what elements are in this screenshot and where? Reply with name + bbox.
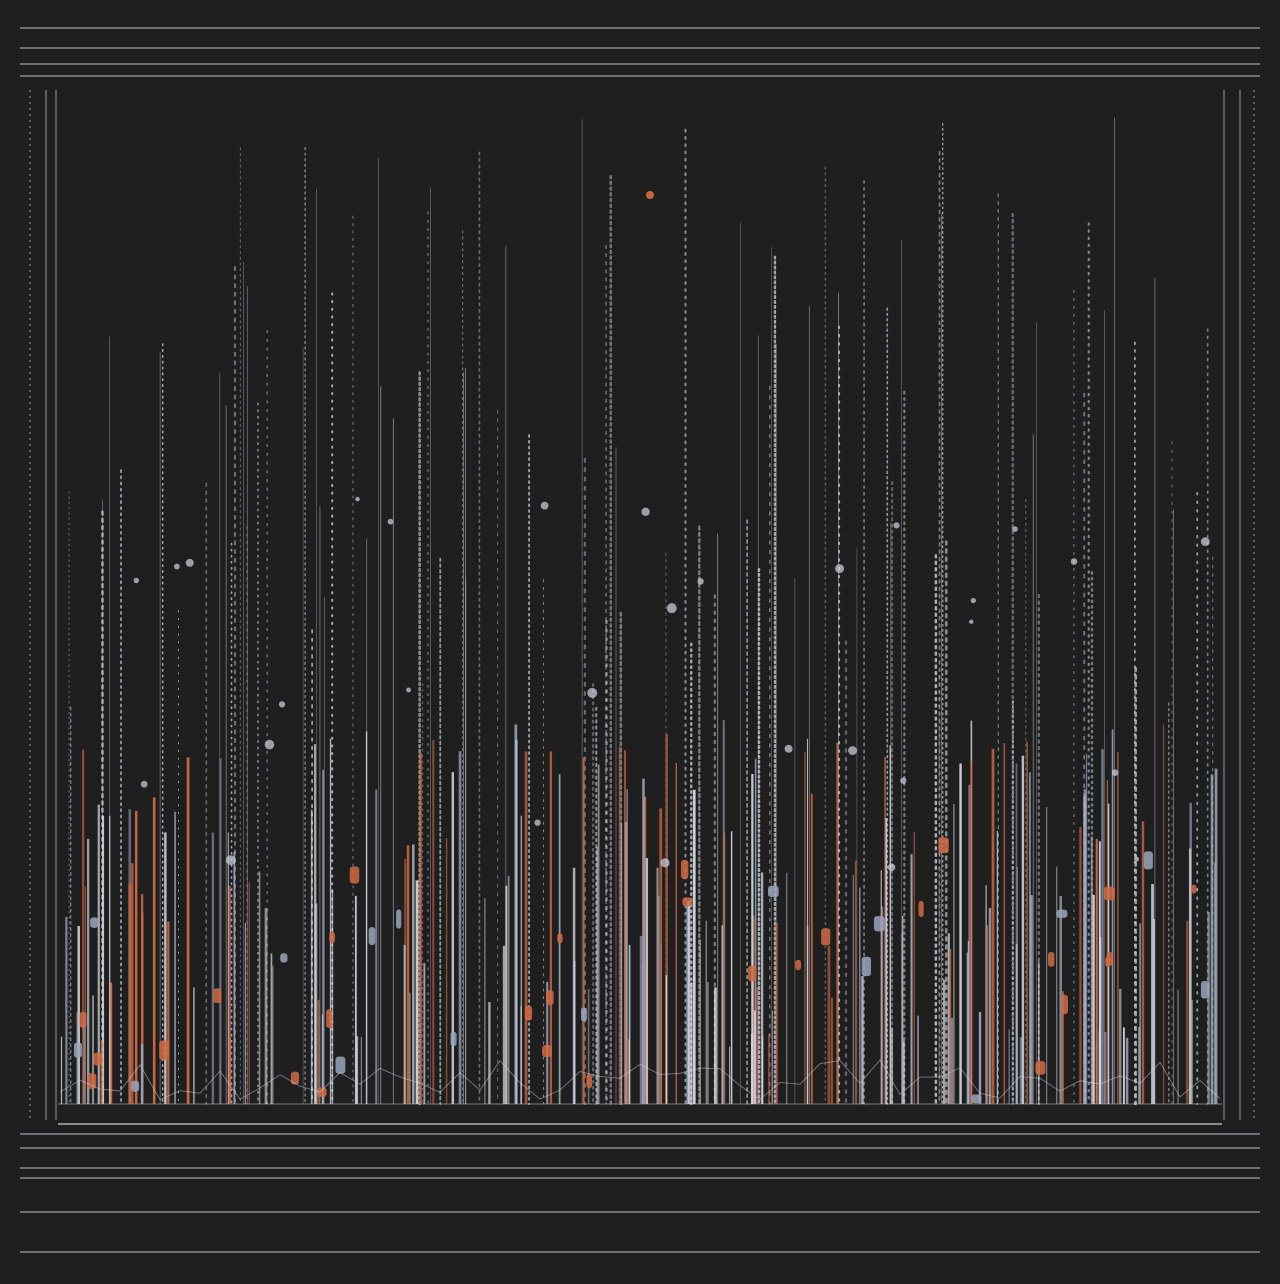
floating-dot — [1111, 769, 1119, 776]
floating-dot — [173, 563, 180, 570]
floating-dot — [1200, 537, 1210, 547]
accent-dot — [349, 866, 360, 884]
accent-dot — [524, 1005, 533, 1021]
accent-dot — [159, 1040, 169, 1060]
accent-dot — [767, 885, 779, 898]
floating-dot — [185, 558, 194, 567]
floating-dot — [900, 777, 907, 784]
accent-dot — [1143, 851, 1153, 870]
solid-bars-layer — [60, 720, 1218, 1104]
floating-dot — [697, 578, 704, 585]
floating-dot — [264, 739, 275, 750]
floating-dot — [1134, 856, 1140, 862]
floating-dot — [278, 701, 286, 708]
accent-dot — [918, 900, 924, 918]
abstract-chart-artwork — [20, 27, 1260, 1253]
accent-dot — [795, 959, 802, 971]
floating-dot — [387, 518, 394, 525]
accent-dot — [290, 1071, 300, 1085]
floating-dot — [887, 863, 896, 871]
floating-dot — [641, 507, 650, 516]
accent-dot — [79, 1011, 87, 1029]
floating-dot — [784, 744, 793, 753]
floating-dot — [133, 577, 140, 584]
top-decorative-text-band — [22, 30, 1258, 46]
accent-dot — [396, 909, 402, 929]
accent-dot — [938, 837, 949, 854]
accent-dot — [557, 933, 563, 944]
floating-dot — [848, 746, 858, 756]
floating-dot — [1012, 526, 1018, 532]
accent-dot — [546, 990, 554, 1006]
floating-dot — [893, 522, 900, 529]
floating-dot — [970, 597, 976, 604]
accent-dot — [335, 1056, 346, 1074]
accent-dot — [748, 965, 757, 982]
floating-dot — [540, 501, 549, 510]
accent-dot — [971, 1094, 982, 1104]
floating-dot — [1070, 558, 1078, 565]
accent-dot — [90, 917, 99, 928]
floating-dot — [406, 687, 412, 693]
floating-dot — [835, 564, 845, 574]
accent-dot — [329, 931, 335, 944]
accent-dot — [1200, 981, 1210, 999]
accent-dot — [131, 1080, 140, 1092]
accent-dot — [1056, 909, 1068, 918]
accent-dot — [73, 1042, 82, 1058]
floating-dot — [660, 858, 670, 868]
accent-dot — [1191, 884, 1197, 894]
bottom-decorative-text-band-3 — [22, 1236, 1258, 1248]
bottom-decorative-text-band-1 — [22, 1192, 1258, 1206]
accent-dot — [1103, 886, 1115, 901]
accent-dot — [821, 928, 831, 946]
accent-dot — [326, 1009, 333, 1029]
floating-dot — [225, 855, 236, 865]
accent-dot — [93, 1052, 103, 1066]
accent-dot — [450, 1031, 457, 1047]
accent-dot — [1047, 951, 1055, 967]
floating-dot — [587, 687, 598, 698]
floating-dot — [666, 603, 677, 614]
accent-dot — [580, 1007, 587, 1022]
accent-dot — [680, 859, 689, 880]
accent-dot — [861, 956, 872, 977]
accent-dot — [1035, 1061, 1046, 1075]
accent-dot — [280, 953, 288, 963]
artwork-canvas — [0, 0, 1280, 1280]
floating-dot — [355, 496, 360, 502]
highlight-dot — [646, 191, 654, 199]
accent-dot — [1061, 994, 1068, 1015]
accent-dot — [213, 988, 222, 1003]
accent-dot — [1105, 956, 1111, 967]
floating-dot — [969, 619, 974, 624]
accent-dot — [873, 916, 885, 932]
accent-dot — [586, 1073, 593, 1089]
floating-dot — [534, 819, 541, 826]
floating-dot — [140, 780, 148, 788]
accent-dot — [682, 897, 693, 907]
accent-dot — [542, 1044, 552, 1058]
bottom-decorative-text-band-2 — [22, 1220, 1258, 1232]
accent-dot — [368, 927, 376, 946]
